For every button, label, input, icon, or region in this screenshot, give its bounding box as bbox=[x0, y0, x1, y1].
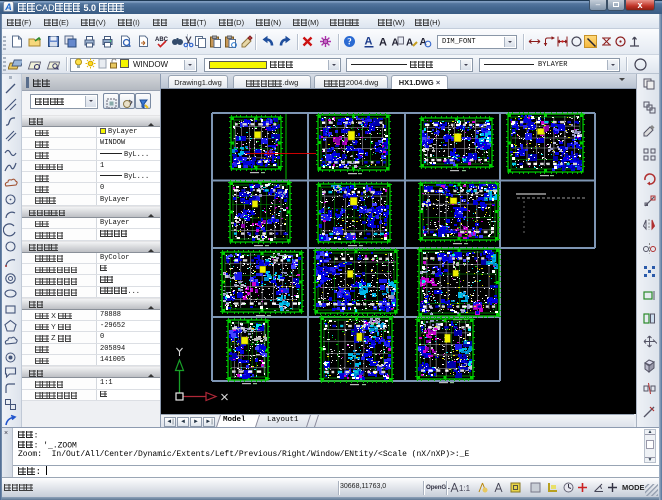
svg-text:1:1: 1:1 bbox=[459, 484, 471, 493]
svg-text:ABC: ABC bbox=[155, 37, 168, 43]
svg-text:A: A bbox=[379, 37, 387, 49]
svg-text:A: A bbox=[406, 38, 413, 49]
svg-text:?: ? bbox=[347, 37, 352, 47]
svg-text:A: A bbox=[365, 36, 373, 48]
